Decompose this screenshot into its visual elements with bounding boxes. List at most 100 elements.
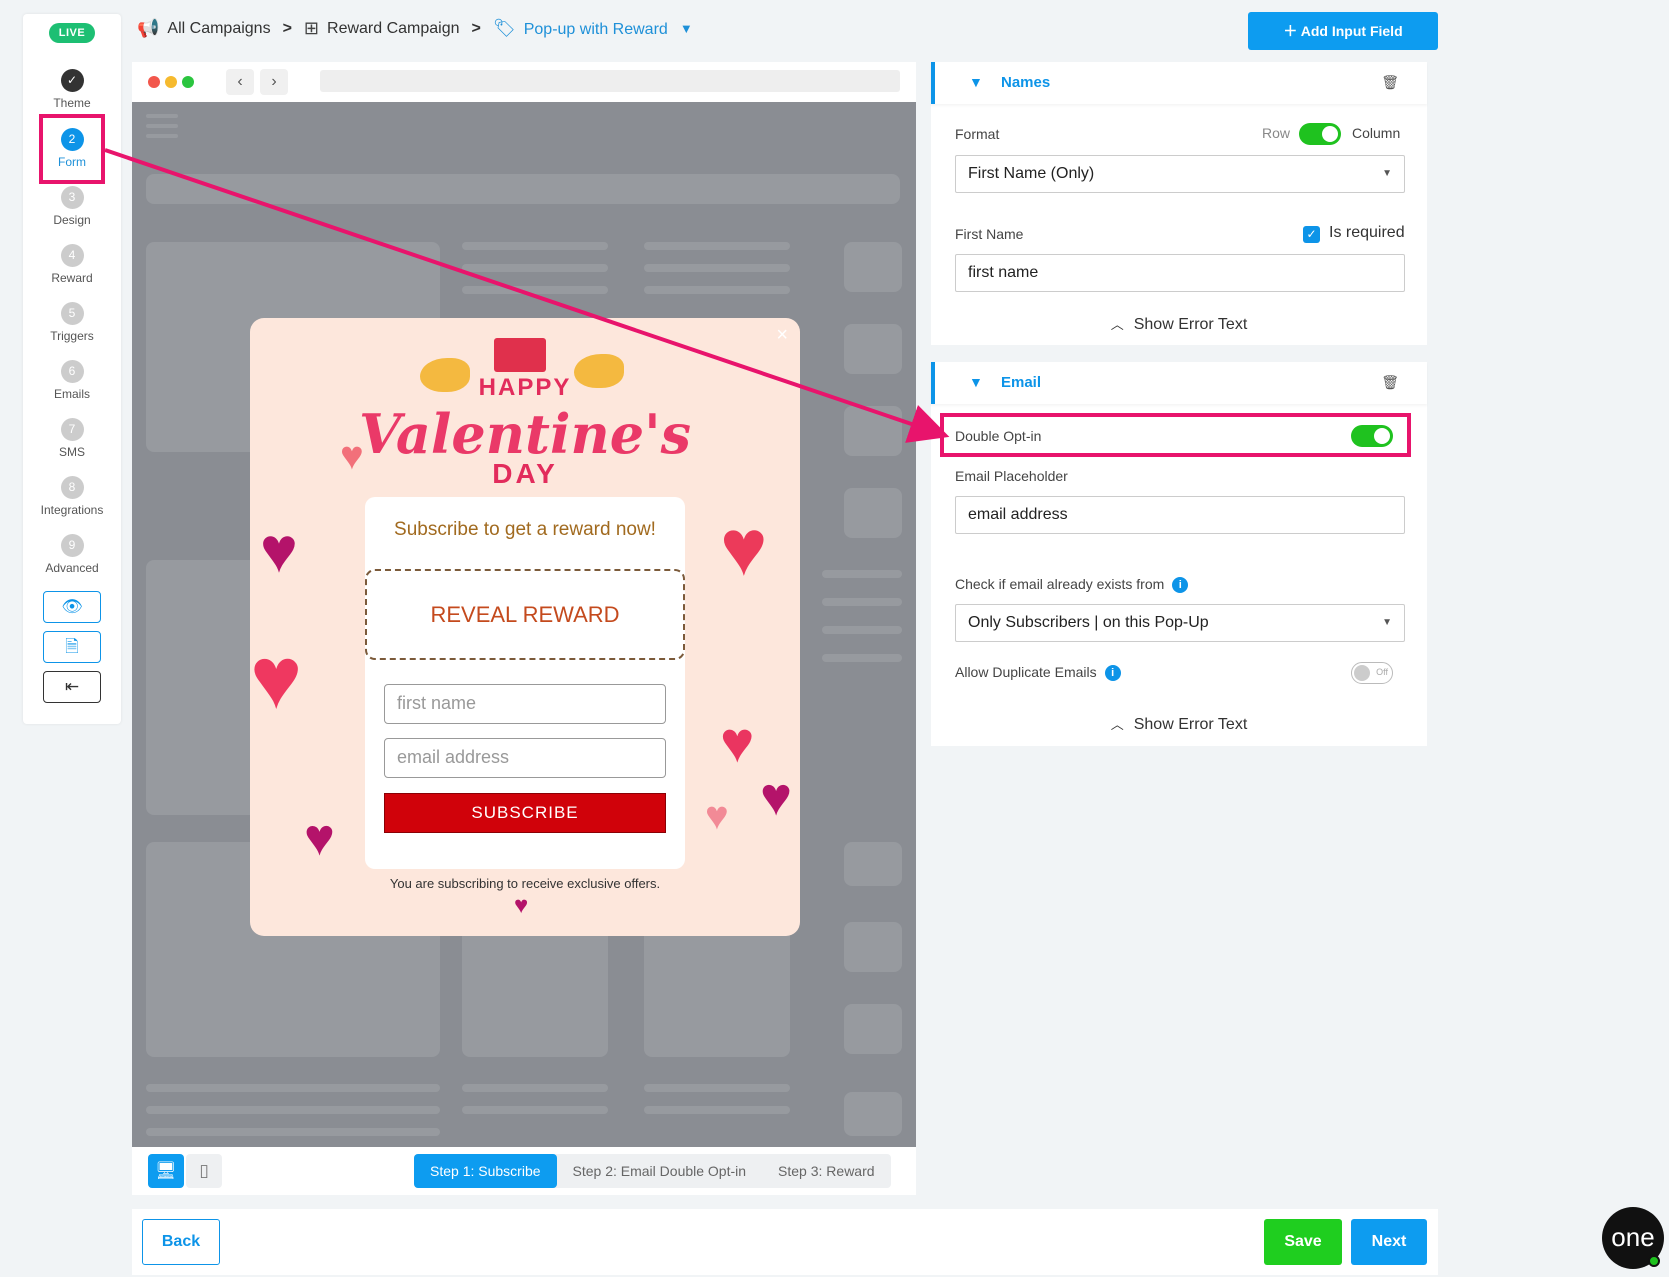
subscribe-button[interactable]: SUBSCRIBE xyxy=(384,793,666,833)
step-number: 4 xyxy=(60,244,84,267)
tab-step-2[interactable]: Step 2: Email Double Opt-in xyxy=(557,1154,763,1188)
popup-first-name-input[interactable]: first name xyxy=(384,684,666,724)
preview-toolbar: 🖥 ▯ Step 1: Subscribe Step 2: Email Doub… xyxy=(132,1147,916,1195)
email-panel-header[interactable]: ▼ Email 🗑 xyxy=(931,362,1427,404)
check-icon: ✓ xyxy=(60,69,84,92)
chat-widget[interactable]: one xyxy=(1602,1207,1664,1269)
heart-decoration: ♥ xyxy=(514,892,529,919)
chevron-down-icon: ▼ xyxy=(969,74,983,90)
tab-step-1[interactable]: Step 1: Subscribe xyxy=(414,1154,557,1188)
step-theme[interactable]: ✓ Theme xyxy=(23,69,121,110)
maximize-dot xyxy=(182,76,194,88)
back-arrow-icon[interactable]: ‹ xyxy=(226,69,254,95)
step-label: Triggers xyxy=(50,329,94,343)
live-badge: LIVE xyxy=(49,23,95,43)
save-button[interactable]: Save xyxy=(1264,1219,1342,1265)
minimize-dot xyxy=(165,76,177,88)
skeleton-bar xyxy=(146,174,900,204)
allow-duplicate-label-text: Allow Duplicate Emails xyxy=(955,664,1097,680)
column-label: Column xyxy=(1352,125,1401,141)
names-panel-header[interactable]: ▼ Names 🗑 xyxy=(931,62,1427,104)
info-icon[interactable]: i xyxy=(1104,665,1121,681)
email-placeholder-label: Email Placeholder xyxy=(955,468,1068,484)
exit-icon: ⇤ xyxy=(64,677,80,696)
form-step-highlight xyxy=(39,114,105,184)
reveal-reward[interactable]: REVEAL REWARD xyxy=(365,569,685,660)
skeleton-line xyxy=(822,654,902,662)
step-label: Reward xyxy=(51,271,93,285)
step-tabs: Step 1: Subscribe Step 2: Email Double O… xyxy=(414,1154,891,1188)
step-sms[interactable]: 7 SMS xyxy=(23,418,121,459)
skeleton-block xyxy=(844,922,902,972)
desktop-icon[interactable]: 🖥 xyxy=(148,1154,184,1188)
step-reward[interactable]: 4 Reward xyxy=(23,244,121,285)
skeleton-block xyxy=(844,406,902,456)
allow-duplicate-toggle[interactable]: Off xyxy=(1351,662,1393,684)
breadcrumb-all-campaigns[interactable]: All Campaigns xyxy=(167,20,270,38)
is-required-checkbox[interactable]: ✓ xyxy=(1303,226,1320,243)
add-input-field-button[interactable]: ＋ Add Input Field xyxy=(1248,12,1438,50)
skeleton-line xyxy=(644,242,790,250)
trash-icon[interactable]: 🗑 xyxy=(1381,74,1399,91)
browser-preview: ‹ › × ♥ ♥ ♥ ♥ ♥ ♥ ♥ ♥ ♥ HAPPY Valentine'… xyxy=(132,62,916,1147)
chevron-down-icon[interactable]: ▼ xyxy=(680,21,693,36)
format-toggle[interactable] xyxy=(1299,123,1341,145)
skeleton-line xyxy=(146,1084,440,1092)
back-button[interactable]: Back xyxy=(142,1219,220,1265)
breadcrumb-current[interactable]: 🏷 Pop-up with Reward xyxy=(493,18,668,39)
format-label: Format xyxy=(955,126,1000,142)
document-button[interactable]: 🗎 xyxy=(43,631,101,663)
next-button[interactable]: Next xyxy=(1351,1219,1427,1265)
preview-button[interactable]: 👁 xyxy=(43,591,101,623)
step-integrations[interactable]: 8 Integrations xyxy=(23,476,121,517)
caret-down-icon: ▼ xyxy=(1382,168,1392,179)
step-number: 6 xyxy=(60,360,84,383)
chevron-up-icon: ︿ xyxy=(1110,717,1124,732)
trash-icon[interactable]: 🗑 xyxy=(1381,374,1399,391)
online-status-dot xyxy=(1648,1255,1660,1267)
skeleton-line xyxy=(146,1128,440,1136)
popup-valentine: Valentine's xyxy=(358,402,692,466)
breadcrumb-reward-campaign[interactable]: Reward Campaign xyxy=(327,20,460,38)
step-number: 3 xyxy=(60,186,84,209)
step-design[interactable]: 3 Design xyxy=(23,186,121,227)
show-error-text-toggle[interactable]: ︿ Show Error Text xyxy=(931,714,1427,734)
check-email-select[interactable]: Only Subscribers | on this Pop-Up ▼ xyxy=(955,604,1405,642)
close-icon[interactable]: × xyxy=(776,324,788,347)
chevron-up-icon: ︿ xyxy=(1110,317,1124,332)
row-label: Row xyxy=(1262,125,1291,141)
apps-icon: ⊞ xyxy=(303,18,320,38)
step-emails[interactable]: 6 Emails xyxy=(23,360,121,401)
skeleton-line xyxy=(644,264,790,272)
step-label: SMS xyxy=(58,445,85,459)
email-placeholder-field[interactable]: email address xyxy=(955,496,1405,534)
add-input-field-label: Add Input Field xyxy=(1300,23,1403,39)
skeleton-line xyxy=(146,134,178,138)
info-icon[interactable]: i xyxy=(1172,577,1189,593)
first-name-field[interactable]: first name xyxy=(955,254,1405,292)
exit-button[interactable]: ⇤ xyxy=(43,671,101,703)
caret-down-icon: ▼ xyxy=(1382,617,1392,628)
skeleton-block xyxy=(844,242,902,292)
megaphone-icon: 📢 xyxy=(137,18,160,38)
show-error-text-toggle[interactable]: ︿ Show Error Text xyxy=(931,314,1427,334)
forward-arrow-icon[interactable]: › xyxy=(260,69,288,95)
format-select[interactable]: First Name (Only) ▼ xyxy=(955,155,1405,193)
popup-day: DAY xyxy=(492,458,558,489)
coupon-icon: 🏷 xyxy=(492,18,516,38)
heart-decoration: ♥ xyxy=(720,710,755,775)
heart-decoration: ♥ xyxy=(705,794,729,838)
mobile-icon[interactable]: ▯ xyxy=(186,1154,222,1188)
popup-email-input[interactable]: email address xyxy=(384,738,666,778)
breadcrumb: 📢 All Campaigns > ⊞ Reward Campaign > 🏷 P… xyxy=(137,18,693,39)
step-advanced[interactable]: 9 Advanced xyxy=(23,534,121,575)
step-triggers[interactable]: 5 Triggers xyxy=(23,302,121,343)
step-number: 5 xyxy=(60,302,84,325)
first-name-label: First Name xyxy=(955,226,1024,242)
skeleton-line xyxy=(822,598,902,606)
step-label: Advanced xyxy=(45,561,99,575)
step-number: 7 xyxy=(60,418,84,441)
tab-step-3[interactable]: Step 3: Reward xyxy=(762,1154,891,1188)
skeleton-block xyxy=(844,488,902,538)
names-title: Names xyxy=(1001,74,1051,91)
